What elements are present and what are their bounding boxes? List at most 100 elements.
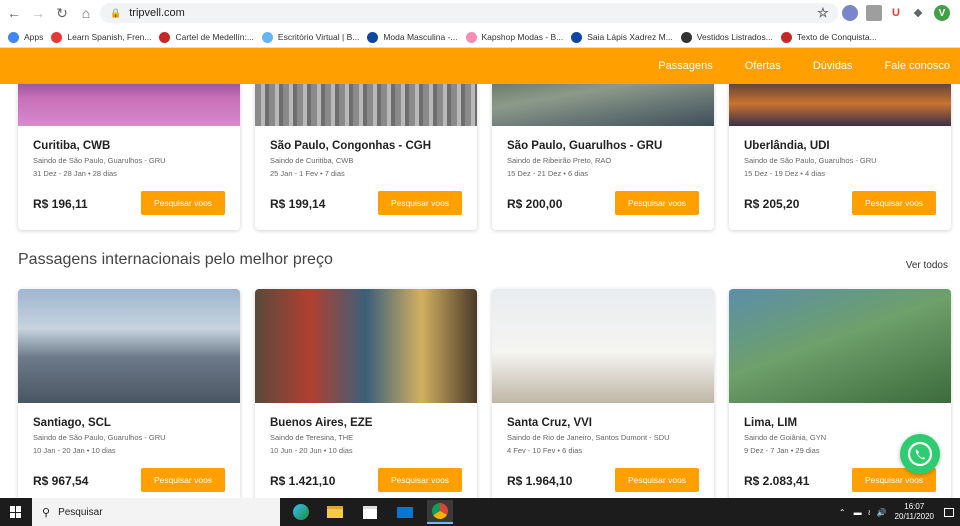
- bookmark-item[interactable]: Vestidos Listrados...: [680, 31, 773, 43]
- search-flights-button[interactable]: Pesquisar voos: [378, 468, 462, 492]
- nav-passagens-link[interactable]: Passagens: [658, 60, 712, 72]
- address-row: ← → ↻ ⌂ 🔒 tripvell.com ☆ U ❖ V: [0, 0, 960, 26]
- bookmark-favicon-icon: [780, 31, 792, 43]
- card-city: Santiago, SCL: [33, 417, 111, 429]
- search-flights-button[interactable]: Pesquisar voos: [141, 468, 225, 492]
- extension-u-icon[interactable]: U: [888, 5, 904, 21]
- card-origin: Saindo de Curitiba, CWB: [270, 156, 354, 165]
- international-section-title: Passagens internacionais pelo melhor pre…: [18, 251, 333, 268]
- intl-card-buenos-aires[interactable]: Buenos Aires, EZE Saindo de Teresina, TH…: [255, 289, 477, 509]
- bookmark-item[interactable]: Escritório Virtual | B...: [261, 31, 360, 43]
- battery-icon[interactable]: ▬: [854, 508, 862, 517]
- card-city: Buenos Aires, EZE: [270, 417, 373, 429]
- domestic-card-guarulhos[interactable]: São Paulo, Guarulhos - GRU Saindo de Rib…: [492, 70, 714, 230]
- domestic-card-curitiba[interactable]: Curitiba, CWB Saindo de São Paulo, Guaru…: [18, 70, 240, 230]
- nav-duvidas-link[interactable]: Dúvidas: [813, 60, 853, 72]
- search-flights-button[interactable]: Pesquisar voos: [141, 191, 225, 215]
- card-origin: Saindo de São Paulo, Guarulhos - GRU: [33, 433, 166, 442]
- domestic-card-uberlandia[interactable]: Uberlândia, UDI Saindo de São Paulo, Gua…: [729, 70, 951, 230]
- nav-fale-conosco-link[interactable]: Fale conosco: [885, 60, 950, 72]
- card-price: R$ 967,54: [33, 474, 89, 488]
- clock[interactable]: 16:07 20/11/2020: [895, 502, 934, 522]
- card-dates: 15 Dez - 19 Dez • 4 dias: [744, 169, 825, 178]
- bookmark-label: Apps: [24, 32, 44, 42]
- bookmark-label: Vestidos Listrados...: [696, 32, 773, 42]
- edge-icon[interactable]: [288, 500, 314, 524]
- windows-taskbar: ⚲ Pesquisar ⌃ ▬ ≀ 🔊 16:07 20/11/2020: [0, 498, 960, 526]
- url-text: tripvell.com: [129, 7, 185, 19]
- wifi-icon[interactable]: ≀: [868, 508, 871, 517]
- intl-card-santiago[interactable]: Santiago, SCL Saindo de São Paulo, Guaru…: [18, 289, 240, 509]
- card-dates: 15 Dez - 21 Dez • 6 dias: [507, 169, 588, 178]
- card-price: R$ 205,20: [744, 197, 800, 211]
- extensions-puzzle-icon[interactable]: ❖: [910, 5, 926, 21]
- bookmark-label: Moda Masculina -...: [383, 32, 458, 42]
- forward-icon[interactable]: →: [28, 3, 48, 23]
- see-all-link[interactable]: Ver todos: [906, 260, 948, 271]
- bookmark-item[interactable]: Moda Masculina -...: [367, 31, 458, 43]
- store-icon[interactable]: [357, 500, 383, 524]
- destination-image: [492, 289, 714, 403]
- taskbar-search[interactable]: ⚲ Pesquisar: [32, 498, 280, 526]
- card-origin: Saindo de São Paulo, Guarulhos - GRU: [744, 156, 877, 165]
- extension-doc-icon[interactable]: [866, 5, 882, 21]
- lock-icon: 🔒: [110, 7, 122, 18]
- bookmark-item[interactable]: Apps: [8, 31, 44, 43]
- destination-image: [255, 289, 477, 403]
- mail-icon[interactable]: [392, 500, 418, 524]
- bookmark-favicon-icon: [571, 31, 583, 43]
- card-dates: 25 Jan - 1 Fev • 7 dias: [270, 169, 345, 178]
- intl-card-santa-cruz[interactable]: Santa Cruz, VVI Saindo de Rio de Janeiro…: [492, 289, 714, 509]
- card-price: R$ 199,14: [270, 197, 326, 211]
- card-price: R$ 1.421,10: [270, 474, 336, 488]
- bookmark-label: Saia Lápis Xadrez M...: [587, 32, 673, 42]
- search-flights-button[interactable]: Pesquisar voos: [852, 191, 936, 215]
- star-icon[interactable]: ☆: [815, 5, 831, 21]
- bookmark-label: Learn Spanish, Fren...: [67, 32, 152, 42]
- bookmark-item[interactable]: Saia Lápis Xadrez M...: [571, 31, 673, 43]
- search-flights-button[interactable]: Pesquisar voos: [615, 468, 699, 492]
- card-city: Uberlândia, UDI: [744, 140, 830, 152]
- bookmark-favicon-icon: [261, 31, 273, 43]
- bookmark-item[interactable]: Kapshop Modas - B...: [465, 31, 564, 43]
- bookmark-label: Escritório Virtual | B...: [277, 32, 360, 42]
- home-icon[interactable]: ⌂: [76, 3, 96, 23]
- bookmark-favicon-icon: [680, 31, 692, 43]
- domestic-card-congonhas[interactable]: São Paulo, Congonhas - CGH Saindo de Cur…: [255, 70, 477, 230]
- card-origin: Saindo de Teresina, THE: [270, 433, 354, 442]
- browser-chrome: ← → ↻ ⌂ 🔒 tripvell.com ☆ U ❖ V Apps Learn…: [0, 0, 960, 48]
- address-bar[interactable]: 🔒 tripvell.com: [100, 3, 838, 23]
- clock-time: 16:07: [904, 502, 925, 511]
- bookmark-item[interactable]: Cartel de Medellín:...: [159, 31, 254, 43]
- volume-icon[interactable]: 🔊: [877, 508, 887, 517]
- search-flights-button[interactable]: Pesquisar voos: [615, 191, 699, 215]
- chrome-icon[interactable]: [427, 500, 453, 524]
- card-city: Curitiba, CWB: [33, 140, 111, 152]
- bookmark-label: Kapshop Modas - B...: [481, 32, 564, 42]
- intl-card-lima[interactable]: Lima, LIM Saindo de Goiânia, GYN 9 Dez -…: [729, 289, 951, 509]
- card-price: R$ 2.083,41: [744, 474, 810, 488]
- bookmark-item[interactable]: Learn Spanish, Fren...: [51, 31, 152, 43]
- card-price: R$ 200,00: [507, 197, 563, 211]
- nav-ofertas-link[interactable]: Ofertas: [745, 60, 781, 72]
- card-city: São Paulo, Congonhas - CGH: [270, 140, 432, 152]
- back-icon[interactable]: ←: [4, 3, 24, 23]
- extension-circle-icon[interactable]: [842, 5, 858, 21]
- card-city: Lima, LIM: [744, 417, 798, 429]
- card-dates: 10 Jan - 20 Jan • 10 dias: [33, 446, 116, 455]
- whatsapp-icon[interactable]: [900, 434, 940, 474]
- reload-icon[interactable]: ↻: [52, 3, 72, 23]
- bookmarks-bar: Apps Learn Spanish, Fren... Cartel de Mede…: [0, 26, 960, 48]
- system-tray: ⌃ ▬ ≀ 🔊 16:07 20/11/2020: [839, 498, 960, 526]
- bookmark-favicon-icon: [465, 31, 477, 43]
- file-explorer-icon[interactable]: [322, 500, 348, 524]
- bookmark-item[interactable]: Texto de Conquista...: [780, 31, 877, 43]
- notification-icon[interactable]: [944, 507, 954, 517]
- card-dates: 4 Fev - 10 Fev • 6 dias: [507, 446, 583, 455]
- search-flights-button[interactable]: Pesquisar voos: [378, 191, 462, 215]
- tray-chevron-icon[interactable]: ⌃: [839, 508, 846, 517]
- windows-start-icon[interactable]: [10, 506, 22, 518]
- profile-avatar[interactable]: V: [934, 5, 950, 21]
- card-origin: Saindo de São Paulo, Guarulhos - GRU: [33, 156, 166, 165]
- card-dates: 10 Jun - 20 Jun • 10 dias: [270, 446, 353, 455]
